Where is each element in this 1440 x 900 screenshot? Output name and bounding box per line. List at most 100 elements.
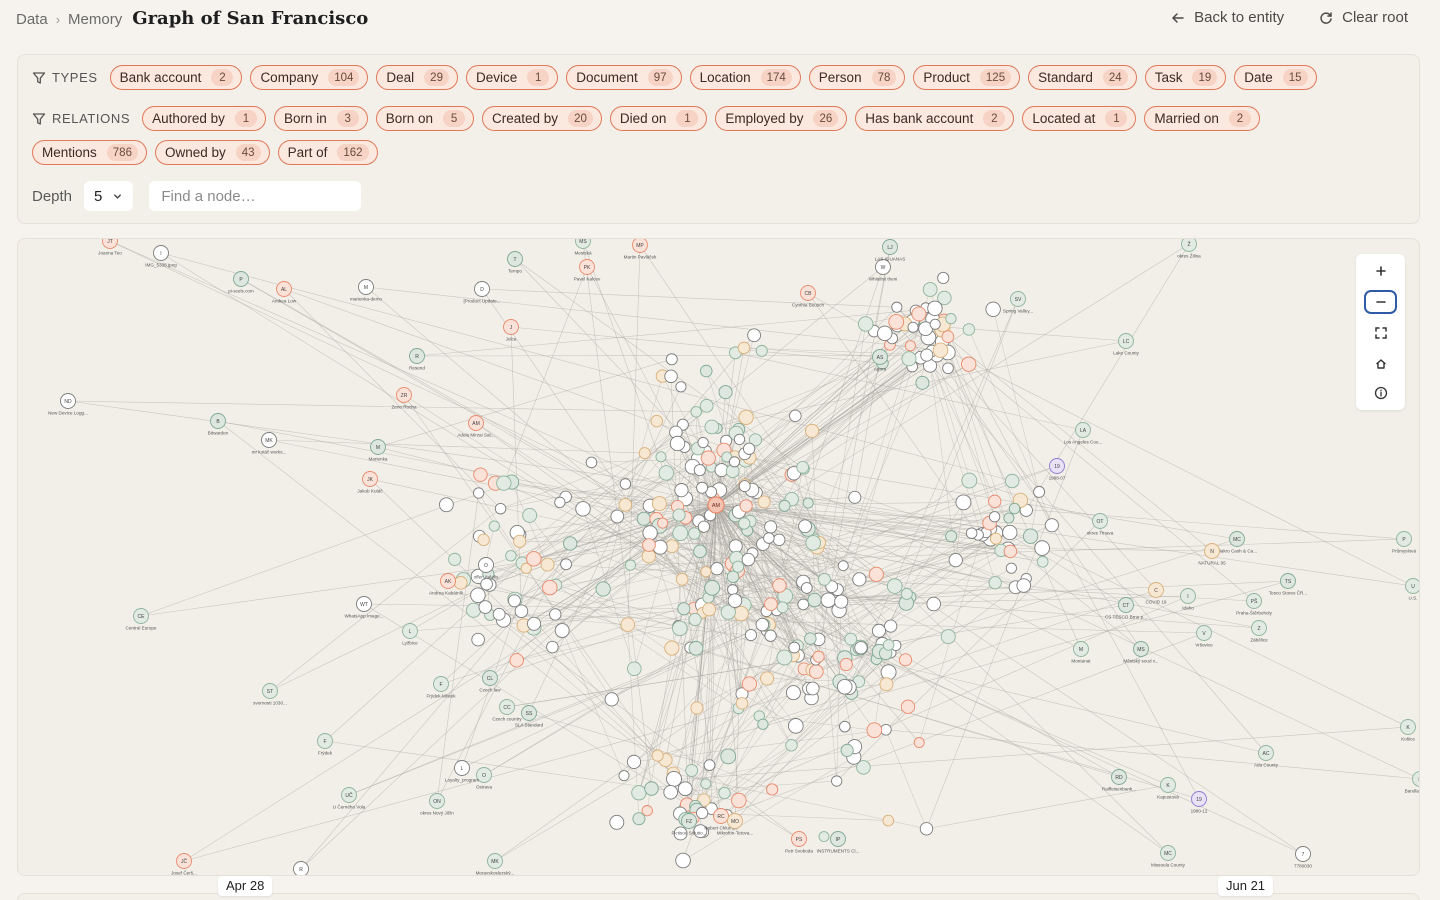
graph-node[interactable] — [595, 581, 611, 597]
graph-node[interactable] — [739, 499, 753, 513]
info-button[interactable] — [1364, 381, 1397, 405]
graph-node[interactable]: 19 1980-12 — [1191, 791, 1208, 814]
graph-node[interactable] — [808, 664, 824, 680]
graph-node[interactable] — [439, 497, 454, 513]
graph-node[interactable] — [690, 701, 704, 715]
breadcrumb-memory[interactable]: Memory — [68, 11, 122, 28]
graph-node[interactable] — [696, 481, 709, 494]
graph-node[interactable] — [757, 718, 769, 730]
graph-node[interactable] — [812, 650, 825, 663]
graph-node[interactable] — [848, 490, 862, 504]
graph-node[interactable] — [554, 623, 570, 638]
graph-node[interactable] — [882, 639, 895, 651]
graph-node[interactable]: KKošice — [1400, 719, 1416, 742]
graph-node[interactable]: L Loyalty_program — [445, 760, 479, 783]
graph-node[interactable] — [988, 511, 1001, 523]
graph-node[interactable] — [904, 340, 916, 352]
graph-node[interactable] — [837, 560, 849, 572]
graph-node[interactable] — [922, 282, 938, 297]
graph-node[interactable]: BBitwarden — [208, 413, 229, 436]
graph-node[interactable]: W Whitelist theni — [869, 259, 898, 282]
graph-node[interactable] — [747, 328, 761, 343]
graph-node[interactable] — [868, 566, 884, 582]
graph-node[interactable] — [675, 381, 687, 393]
graph-node[interactable] — [697, 520, 711, 533]
graph-node[interactable] — [818, 831, 830, 843]
types-chip-location[interactable]: Location 174 — [689, 65, 801, 90]
graph-node[interactable] — [955, 494, 972, 511]
graph-node[interactable] — [718, 786, 731, 800]
graph-node[interactable] — [696, 806, 709, 820]
graph-node[interactable] — [1044, 518, 1059, 533]
graph-node[interactable] — [882, 814, 895, 827]
graph-node[interactable] — [675, 572, 689, 586]
graph-node[interactable] — [877, 325, 893, 342]
graph-node[interactable] — [505, 550, 517, 562]
graph-node[interactable]: I IMG_5338.jpeg — [145, 245, 177, 268]
graph-node[interactable] — [789, 409, 802, 423]
graph-node[interactable] — [899, 653, 913, 667]
graph-node[interactable] — [988, 494, 1002, 508]
relations-chip-authored-by[interactable]: Authored by 1 — [142, 106, 266, 131]
clear-root-button[interactable]: Clear root — [1318, 9, 1408, 26]
graph-node[interactable] — [802, 497, 814, 509]
graph-node[interactable] — [693, 464, 706, 477]
relations-chip-born-on[interactable]: Born on 5 — [375, 106, 475, 131]
graph-node[interactable]: CL Czech law — [479, 670, 501, 693]
types-chip-product[interactable]: Product 125 — [913, 65, 1021, 90]
graph-node[interactable] — [738, 480, 751, 493]
graph-node[interactable] — [871, 623, 886, 638]
graph-node[interactable] — [840, 743, 854, 757]
graph-node[interactable] — [732, 560, 745, 573]
graph-node[interactable] — [945, 530, 958, 543]
graph-node[interactable] — [657, 517, 669, 529]
graph-node[interactable] — [494, 502, 507, 515]
graph-node[interactable] — [741, 552, 756, 567]
graph-node[interactable] — [836, 678, 853, 695]
graph-node[interactable] — [688, 612, 702, 627]
graph-node[interactable]: PS Petr Svoboda — [785, 831, 813, 854]
graph-node[interactable] — [677, 602, 691, 616]
graph-node[interactable] — [772, 578, 787, 593]
graph-node[interactable]: M Marienka — [369, 439, 388, 462]
graph-node[interactable] — [757, 495, 771, 509]
graph-node[interactable] — [880, 664, 897, 681]
graph-node[interactable] — [948, 553, 963, 568]
graph-node[interactable] — [718, 385, 733, 400]
graph-node[interactable]: L Lyžbice — [402, 623, 418, 646]
graph-node[interactable] — [688, 640, 704, 656]
graph-node[interactable] — [526, 551, 542, 567]
types-chip-person[interactable]: Person 78 — [808, 65, 906, 90]
relations-chip-mentions[interactable]: Mentions 786 — [32, 140, 147, 165]
graph-node[interactable]: CC Czech country — [492, 699, 522, 722]
graph-node[interactable]: 7 7780030 — [1294, 846, 1312, 869]
graph-node[interactable] — [764, 597, 778, 611]
graph-node[interactable] — [690, 406, 702, 418]
graph-node[interactable] — [763, 532, 775, 544]
graph-node[interactable] — [755, 344, 768, 357]
types-chip-device[interactable]: Device 1 — [465, 65, 559, 90]
graph-node[interactable] — [650, 414, 663, 428]
graph-node[interactable] — [907, 321, 919, 333]
graph-node[interactable] — [704, 579, 721, 596]
graph-node[interactable] — [800, 582, 813, 594]
graph-node[interactable]: ND New Device Logg... — [48, 393, 88, 416]
graph-node[interactable]: VVršovice — [1195, 625, 1213, 648]
graph-node[interactable] — [880, 723, 892, 736]
relations-chip-born-in[interactable]: Born in 3 — [273, 106, 368, 131]
graph-node[interactable] — [798, 519, 812, 534]
graph-node[interactable] — [989, 532, 1002, 545]
graph-node[interactable] — [700, 450, 716, 466]
graph-node[interactable] — [852, 572, 867, 587]
graph-node[interactable]: MS Mestská — [574, 239, 592, 256]
graph-node[interactable]: M Montanat — [1071, 641, 1091, 664]
graph-node[interactable] — [585, 456, 598, 469]
reset-view-button[interactable] — [1364, 352, 1397, 376]
graph-node[interactable] — [891, 301, 903, 313]
graph-hub-node[interactable]: AM — [707, 496, 725, 514]
graph-node[interactable]: MK Moravskoslezský... — [476, 853, 515, 876]
graph-node[interactable] — [726, 570, 740, 584]
graph-node[interactable] — [759, 671, 775, 686]
depth-select[interactable]: 5 — [84, 181, 134, 211]
relations-chip-has-bank-account[interactable]: Has bank account 2 — [855, 106, 1015, 131]
